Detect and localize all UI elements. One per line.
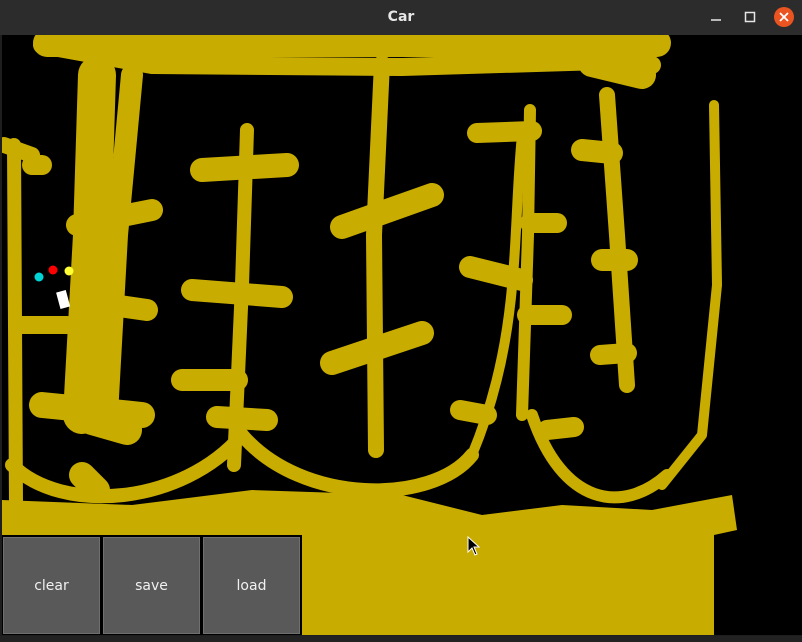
drawing-canvas[interactable]: clear save load xyxy=(2,35,802,635)
sensor-left xyxy=(34,272,44,282)
title-bar: Car xyxy=(0,0,802,35)
window-title: Car xyxy=(387,9,415,25)
mouse-pointer-icon xyxy=(467,535,481,560)
sensor-right xyxy=(64,266,74,276)
bottom-edge xyxy=(0,636,802,642)
car xyxy=(34,265,74,309)
car-body xyxy=(56,289,71,309)
close-icon[interactable] xyxy=(774,7,794,27)
load-button[interactable]: load xyxy=(203,537,300,634)
sensor-center xyxy=(48,265,58,275)
maximize-icon[interactable] xyxy=(741,8,759,26)
clear-button[interactable]: clear xyxy=(3,537,100,634)
save-button[interactable]: save xyxy=(103,537,200,634)
minimize-icon[interactable] xyxy=(707,8,725,26)
